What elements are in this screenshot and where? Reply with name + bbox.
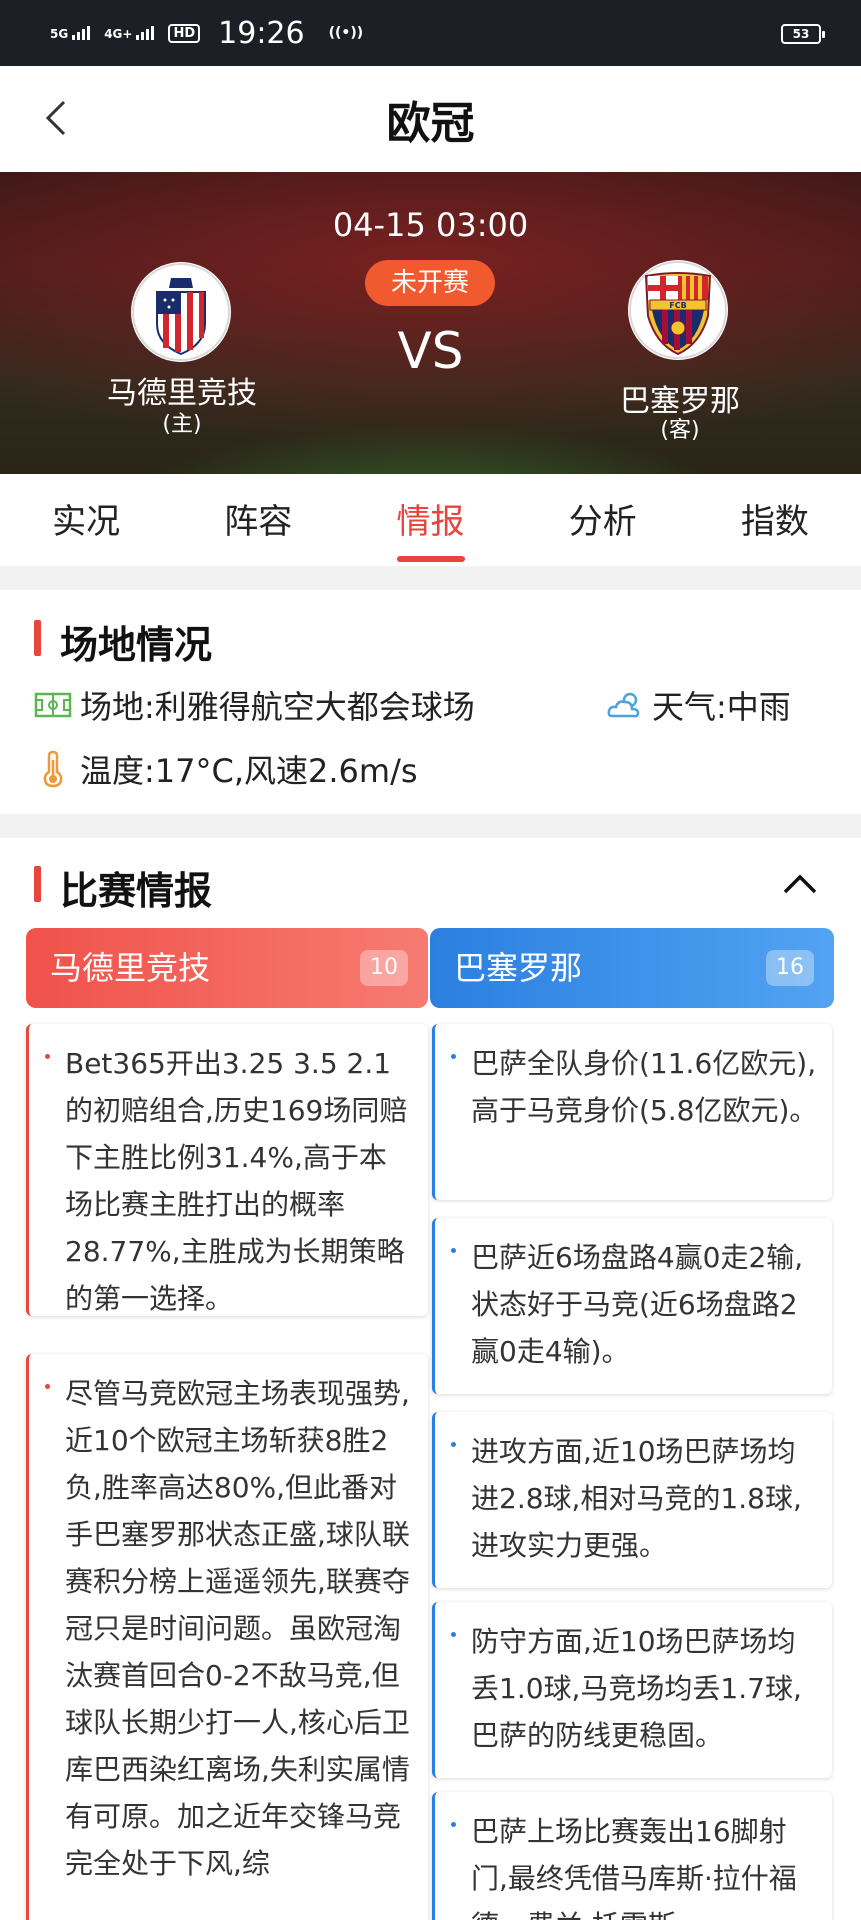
away-intel-note: 巴萨全队身价(11.6亿欧元),高于马竞身价(5.8亿欧元)。: [432, 1024, 832, 1200]
tab-lineup[interactable]: 阵容: [172, 474, 344, 566]
home-intel-note: Bet365开出3.25 3.5 2.1的初赔组合,历史169场同赔下主胜比例3…: [26, 1024, 428, 1316]
away-intel-count: 16: [766, 950, 814, 986]
battery-level: 53: [792, 27, 810, 41]
back-arrow-icon[interactable]: [40, 100, 76, 136]
note-text: 防守方面,近10场巴萨场均丢1.0球,马竞场均丢1.7球,巴萨的防线更稳固。: [471, 1625, 802, 1752]
venue-text: 场地:利雅得航空大都会球场: [80, 688, 475, 726]
note-text: 巴萨近6场盘路4赢0走2输,状态好于马竞(近6场盘路2赢0走4输)。: [471, 1241, 804, 1368]
match-status-badge: 未开赛: [365, 260, 495, 306]
home-intel-count: 10: [360, 950, 408, 986]
bullet-dot-icon: [451, 1054, 456, 1059]
page-title: 欧冠: [386, 98, 475, 149]
match-intel-card: 比赛情报 马德里竞技 10 巴塞罗那 16 Bet365开出3.25 3.5 2…: [0, 838, 861, 1920]
hotspot-icon: ((•)): [328, 25, 364, 41]
signal-5g-icon: 5G: [50, 26, 91, 41]
weather-info: 天气:中雨: [606, 682, 791, 728]
away-intel-note: 进攻方面,近10场巴萨场均进2.8球,相对马竞的1.8球,进攻实力更强。: [432, 1412, 832, 1588]
svg-text:FCB: FCB: [669, 301, 686, 310]
away-intel-team-name: 巴塞罗那: [454, 949, 583, 987]
tab-analysis[interactable]: 分析: [517, 474, 689, 566]
temperature-info: 温度:17°C,风速2.6m/s: [34, 746, 418, 792]
weather-cloud-icon: [607, 692, 640, 718]
bullet-dot-icon: [45, 1384, 50, 1389]
tab-live[interactable]: 实况: [0, 474, 172, 566]
intel-section-title: 比赛情报: [34, 860, 212, 915]
away-intel-note: 巴萨上场比赛轰出16脚射门,最终凭借马库斯·拉什福德、费兰·托雷斯: [432, 1792, 832, 1920]
note-text: Bet365开出3.25 3.5 2.1的初赔组合,历史169场同赔下主胜比例3…: [65, 1047, 408, 1315]
status-bar: 5G 4G+ HD 19:26 ((•)) 53: [0, 0, 861, 66]
signal-4g-icon: 4G+: [104, 26, 155, 41]
venue-section-title: 场地情况: [34, 614, 212, 669]
network-label-4g: 4G+: [104, 27, 133, 41]
venue-card: 场地情况 场地:利雅得航空大都会球场 天气:中雨 温度:17°C,风速2.6m/…: [0, 590, 861, 814]
pitch-icon: [34, 692, 72, 718]
home-team-logo-icon[interactable]: [131, 262, 231, 362]
tab-odds[interactable]: 指数: [689, 474, 861, 566]
away-intel-note: 巴萨近6场盘路4赢0走2输,状态好于马竞(近6场盘路2赢0走4输)。: [432, 1218, 832, 1394]
bullet-dot-icon: [451, 1822, 456, 1827]
match-header: 04-15 03:00 未开赛 VS 马德里竞技 (主) FCB 巴塞罗那 (客…: [0, 172, 861, 474]
network-label-5g: 5G: [50, 27, 69, 41]
hd-voice-icon: HD: [168, 23, 201, 43]
bullet-dot-icon: [451, 1632, 456, 1637]
away-intel-tab[interactable]: 巴塞罗那 16: [430, 928, 834, 1008]
bullet-dot-icon: [451, 1248, 456, 1253]
home-intel-tab[interactable]: 马德里竞技 10: [26, 928, 428, 1008]
thermometer-icon: [43, 750, 63, 788]
note-text: 巴萨全队身价(11.6亿欧元),高于马竞身价(5.8亿欧元)。: [471, 1047, 818, 1127]
temperature-text: 温度:17°C,风速2.6m/s: [80, 752, 418, 790]
match-tabs: 实况 阵容 情报 分析 指数: [0, 474, 861, 566]
home-intel-note: 尽管马竞欧冠主场表现强势,近10个欧冠主场斩获8胜2负,胜率高达80%,但此番对…: [26, 1354, 428, 1920]
note-text: 尽管马竞欧冠主场表现强势,近10个欧冠主场斩获8胜2负,胜率高达80%,但此番对…: [65, 1377, 410, 1880]
status-time: 19:26: [218, 15, 305, 51]
bullet-dot-icon: [451, 1442, 456, 1447]
note-text: 进攻方面,近10场巴萨场均进2.8球,相对马竞的1.8球,进攻实力更强。: [471, 1435, 802, 1562]
top-nav-bar: 欧冠: [0, 66, 861, 172]
note-text: 巴萨上场比赛轰出16脚射门,最终凭借马库斯·拉什福德、费兰·托雷斯: [471, 1815, 797, 1920]
home-intel-team-name: 马德里竞技: [50, 949, 211, 987]
tab-intel[interactable]: 情报: [344, 474, 516, 566]
bullet-dot-icon: [45, 1054, 50, 1059]
match-datetime: 04-15 03:00: [332, 206, 529, 244]
battery-icon: 53: [781, 24, 825, 44]
away-intel-note: 防守方面,近10场巴萨场均丢1.0球,马竞场均丢1.7球,巴萨的防线更稳固。: [432, 1602, 832, 1778]
home-team-role: (主): [162, 412, 202, 437]
away-team-logo-icon[interactable]: FCB: [628, 260, 728, 360]
venue-info: 场地:利雅得航空大都会球场: [34, 682, 475, 728]
away-team-role: (客): [660, 418, 700, 443]
chevron-up-icon[interactable]: [781, 872, 819, 896]
weather-text: 天气:中雨: [652, 688, 791, 726]
